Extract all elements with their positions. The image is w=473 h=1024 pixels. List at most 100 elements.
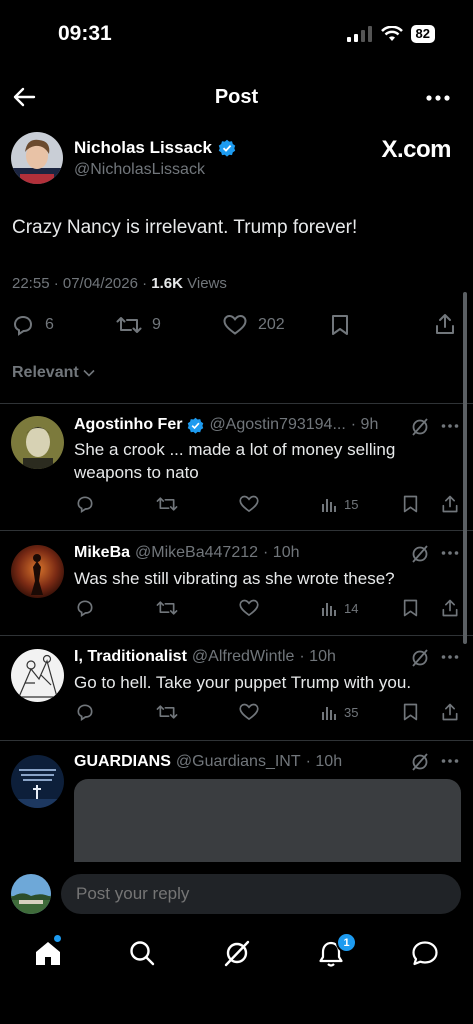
post-meta: 22:55 · 07/04/2026 · 1.6K Views bbox=[12, 275, 227, 292]
author-handle[interactable]: @NicholasLissack bbox=[74, 161, 205, 179]
reply-repost-button[interactable] bbox=[156, 702, 178, 722]
reply-author-name[interactable]: MikeBa bbox=[74, 544, 130, 562]
bookmark-button[interactable] bbox=[330, 313, 350, 337]
reply-author-handle[interactable]: @MikeBa447212 bbox=[135, 544, 258, 562]
grok-icon[interactable] bbox=[410, 753, 430, 771]
more-icon bbox=[426, 95, 450, 101]
reply-views-button[interactable]: 35 bbox=[321, 704, 358, 720]
tab-notifications[interactable]: 1 bbox=[318, 932, 357, 968]
like-button[interactable]: 202 bbox=[222, 313, 285, 337]
grok-icon[interactable] bbox=[410, 545, 430, 563]
wifi-icon bbox=[380, 26, 403, 41]
sort-dropdown[interactable]: Relevant bbox=[12, 364, 95, 382]
page-title: Post bbox=[214, 86, 259, 108]
post-timestamp: 22:55 · 07/04/2026 · bbox=[12, 275, 152, 292]
notifications-badge: 1 bbox=[336, 932, 357, 953]
reply-author-name[interactable]: Agostinho Fer bbox=[74, 416, 182, 434]
reply-input[interactable] bbox=[61, 874, 461, 914]
more-icon[interactable] bbox=[441, 654, 459, 660]
reply-item[interactable]: GUARDIANS @Guardians_INT · 10h bbox=[0, 741, 473, 862]
x-watermark: X.com bbox=[381, 136, 451, 163]
more-icon[interactable] bbox=[441, 423, 459, 429]
user-avatar[interactable] bbox=[11, 874, 51, 914]
analytics-icon bbox=[322, 499, 336, 512]
more-icon[interactable] bbox=[441, 758, 459, 764]
reply-icon bbox=[77, 496, 93, 514]
tab-search[interactable] bbox=[129, 940, 155, 966]
share-icon bbox=[442, 599, 458, 617]
share-icon bbox=[442, 495, 458, 513]
reply-bookmark-button[interactable] bbox=[402, 702, 419, 722]
reply-time: · 10h bbox=[263, 544, 300, 561]
heart-icon bbox=[239, 703, 259, 721]
analytics-icon bbox=[322, 707, 336, 720]
reply-like-button[interactable] bbox=[238, 702, 260, 722]
more-options-button[interactable] bbox=[426, 94, 450, 102]
reply-views-button[interactable]: 15 bbox=[321, 496, 358, 512]
heart-icon bbox=[239, 495, 259, 513]
tab-messages[interactable] bbox=[411, 940, 439, 966]
author-avatar[interactable] bbox=[11, 132, 63, 184]
repost-count: 9 bbox=[152, 316, 161, 333]
reply-author-name[interactable]: I, Traditionalist bbox=[74, 648, 187, 666]
author-name[interactable]: Nicholas Lissack bbox=[74, 138, 212, 158]
reply-avatar[interactable] bbox=[11, 755, 64, 808]
reply-item[interactable]: Agostinho Fer @Agostin793194... · 9h She… bbox=[0, 404, 473, 530]
reply-text: Go to hell. Take your puppet Trump with … bbox=[74, 673, 412, 692]
reply-share-button[interactable] bbox=[440, 702, 460, 722]
bookmark-icon bbox=[403, 599, 418, 617]
reply-author-handle[interactable]: @Agostin793194... bbox=[209, 416, 345, 434]
messages-icon bbox=[412, 941, 438, 966]
reply-item[interactable]: MikeBa @MikeBa447212 · 10h Was she still… bbox=[0, 531, 473, 635]
battery-indicator: 82 bbox=[410, 25, 435, 43]
share-button[interactable] bbox=[433, 312, 457, 336]
more-icon[interactable] bbox=[441, 550, 459, 556]
reply-reply-button[interactable] bbox=[75, 494, 95, 514]
reply-views-count: 14 bbox=[344, 600, 359, 616]
reply-avatar[interactable] bbox=[11, 649, 64, 702]
grok-icon[interactable] bbox=[410, 649, 430, 667]
verified-badge-icon bbox=[188, 417, 204, 434]
like-count: 202 bbox=[258, 316, 285, 333]
grok-icon[interactable] bbox=[410, 418, 430, 436]
reply-like-button[interactable] bbox=[238, 598, 260, 618]
repost-icon bbox=[156, 601, 178, 615]
views-label: Views bbox=[182, 275, 227, 292]
reply-avatar[interactable] bbox=[11, 416, 64, 469]
reply-author-handle[interactable]: @AlfredWintle bbox=[192, 648, 295, 666]
scrollbar[interactable] bbox=[463, 292, 467, 644]
reply-text: She a crook ... made a lot of money sell… bbox=[74, 440, 396, 482]
reply-share-button[interactable] bbox=[440, 598, 460, 618]
repost-icon bbox=[156, 705, 178, 719]
home-notification-dot bbox=[54, 935, 61, 942]
reply-views-count: 15 bbox=[344, 496, 359, 512]
search-icon bbox=[130, 941, 155, 966]
repost-button[interactable]: 9 bbox=[116, 313, 161, 337]
reply-author-name[interactable]: GUARDIANS bbox=[74, 753, 171, 771]
reply-bookmark-button[interactable] bbox=[402, 494, 419, 514]
reply-button[interactable]: 6 bbox=[11, 313, 54, 337]
post-text: Crazy Nancy is irrelevant. Trump forever… bbox=[12, 217, 358, 238]
reply-reply-button[interactable] bbox=[75, 598, 95, 618]
tab-home[interactable] bbox=[34, 935, 62, 966]
verified-badge-icon bbox=[218, 139, 236, 157]
reply-media[interactable] bbox=[74, 779, 461, 862]
reply-item[interactable]: I, Traditionalist @AlfredWintle · 10h Go… bbox=[0, 636, 473, 740]
reply-time: · 9h bbox=[350, 416, 379, 433]
reply-repost-button[interactable] bbox=[156, 598, 178, 618]
signal-icon bbox=[346, 26, 372, 42]
reply-views-button[interactable]: 14 bbox=[321, 600, 358, 616]
reply-repost-button[interactable] bbox=[156, 494, 178, 514]
status-time: 09:31 bbox=[58, 22, 112, 45]
reply-count: 6 bbox=[45, 316, 54, 333]
reply-avatar[interactable] bbox=[11, 545, 64, 598]
share-icon bbox=[436, 314, 454, 334]
reply-reply-button[interactable] bbox=[75, 702, 95, 722]
reply-author-handle[interactable]: @Guardians_INT bbox=[176, 753, 301, 771]
reply-bookmark-button[interactable] bbox=[402, 598, 419, 618]
bookmark-icon bbox=[403, 703, 418, 721]
repost-icon bbox=[156, 497, 178, 511]
tab-grok[interactable] bbox=[223, 939, 251, 967]
reply-like-button[interactable] bbox=[238, 494, 260, 514]
reply-share-button[interactable] bbox=[440, 494, 460, 514]
